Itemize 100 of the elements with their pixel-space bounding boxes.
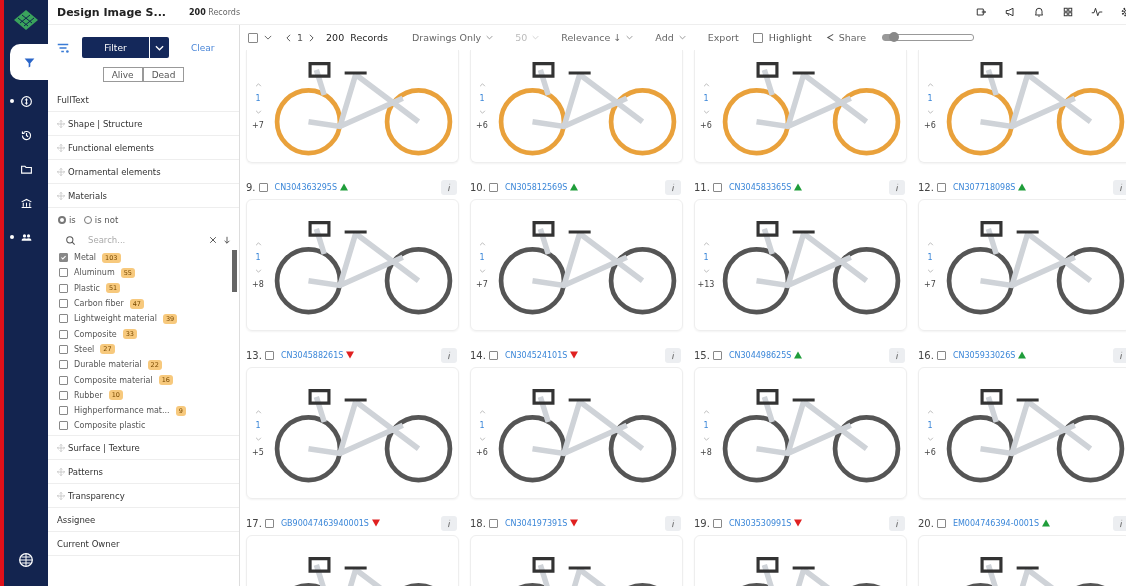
filter-section[interactable]: Materials bbox=[48, 184, 239, 208]
select-checkbox[interactable] bbox=[712, 182, 722, 192]
export-icon[interactable] bbox=[975, 6, 987, 18]
activity-icon[interactable] bbox=[1091, 6, 1103, 18]
select-checkbox[interactable] bbox=[488, 182, 498, 192]
slider-thumb[interactable] bbox=[888, 32, 899, 42]
share-button[interactable]: Share bbox=[817, 32, 875, 43]
add-dropdown[interactable]: Add bbox=[647, 32, 694, 43]
filter-section[interactable]: Shape | Structure bbox=[48, 112, 239, 136]
chevron-down-icon bbox=[532, 35, 540, 40]
checkbox[interactable] bbox=[59, 421, 68, 431]
filter-dropdown-button[interactable] bbox=[149, 37, 169, 58]
info-button[interactable] bbox=[889, 515, 905, 531]
patent-number-link[interactable]: CN303530991S bbox=[728, 518, 792, 528]
filter-section[interactable]: Current Owner bbox=[48, 532, 239, 556]
filter-section[interactable]: FullText bbox=[48, 88, 239, 112]
checkbox[interactable] bbox=[59, 360, 68, 370]
checkbox[interactable] bbox=[59, 375, 68, 385]
trend-up-icon bbox=[1018, 351, 1027, 359]
select-checkbox[interactable] bbox=[936, 518, 946, 528]
info-button[interactable] bbox=[665, 515, 681, 531]
info-button[interactable] bbox=[1113, 179, 1126, 195]
filter-section[interactable]: Functional elements bbox=[48, 136, 239, 160]
filter-section[interactable]: Ornamental elements bbox=[48, 160, 239, 184]
scrollbar-thumb[interactable] bbox=[232, 250, 237, 292]
select-checkbox[interactable] bbox=[258, 182, 268, 192]
info-button[interactable] bbox=[441, 179, 457, 195]
patent-number-link[interactable]: CN304363295S bbox=[274, 182, 337, 192]
select-checkbox[interactable] bbox=[712, 518, 722, 528]
patent-number-link[interactable]: CN305933026S bbox=[952, 350, 1016, 360]
view-dropdown[interactable]: Drawings Only bbox=[404, 32, 502, 43]
sort-down-icon[interactable] bbox=[223, 236, 231, 244]
filter-button[interactable]: Filter bbox=[82, 37, 149, 58]
info-button[interactable] bbox=[889, 347, 905, 363]
checkbox[interactable] bbox=[59, 283, 68, 293]
option-label: Durable material bbox=[74, 360, 142, 370]
filter-section[interactable]: Assignee bbox=[48, 508, 239, 532]
sort-dropdown[interactable]: Relevance ↓ bbox=[553, 32, 642, 43]
select-checkbox[interactable] bbox=[936, 350, 946, 360]
select-checkbox[interactable] bbox=[712, 350, 722, 360]
highlight-label: Highlight bbox=[768, 32, 812, 43]
patent-number-link[interactable]: CN305812569S bbox=[504, 182, 568, 192]
rail-tab[interactable] bbox=[10, 44, 48, 80]
vote-count: 1 bbox=[255, 93, 261, 103]
checkbox[interactable] bbox=[59, 253, 68, 263]
info-button[interactable] bbox=[1113, 515, 1126, 531]
patent-number-link[interactable]: CN304588261S bbox=[280, 350, 344, 360]
filter-section[interactable]: Patterns bbox=[48, 460, 239, 484]
more-count: +6 bbox=[924, 120, 936, 130]
patent-number-link[interactable]: CN304197391S bbox=[504, 518, 568, 528]
info-button[interactable] bbox=[441, 515, 457, 531]
checkbox[interactable] bbox=[59, 314, 68, 324]
next-page-icon[interactable] bbox=[309, 33, 315, 42]
status-toggle[interactable]: Dead bbox=[142, 67, 185, 82]
bell-icon[interactable] bbox=[1033, 6, 1045, 18]
patent-number-link[interactable]: GB90047463940001S bbox=[280, 518, 369, 528]
info-button[interactable] bbox=[665, 347, 681, 363]
patent-number-link[interactable]: CN304524101S bbox=[504, 350, 568, 360]
checkbox[interactable] bbox=[59, 390, 68, 400]
clear-link[interactable]: Clear bbox=[191, 42, 215, 53]
trend-down-icon bbox=[794, 519, 803, 527]
patent-number-link[interactable]: EM004746394-0001S bbox=[952, 518, 1039, 528]
select-checkbox[interactable] bbox=[488, 350, 498, 360]
select-checkbox[interactable] bbox=[264, 350, 274, 360]
highlight-checkbox[interactable] bbox=[752, 32, 763, 43]
close-icon[interactable] bbox=[209, 236, 217, 244]
export-button[interactable]: Export bbox=[699, 32, 747, 43]
status-toggle[interactable]: Alive bbox=[102, 67, 143, 82]
globe-icon[interactable] bbox=[18, 552, 34, 568]
previous-page-icon[interactable] bbox=[286, 33, 291, 42]
patent-number-link[interactable]: CN304498625S bbox=[728, 350, 792, 360]
filter-section[interactable]: Transparency bbox=[48, 484, 239, 508]
filter-section[interactable]: Surface | Texture bbox=[48, 436, 239, 460]
mode-radio[interactable]: is not bbox=[83, 215, 119, 225]
patent-number-link[interactable]: CN307718098S bbox=[952, 182, 1016, 192]
vote-count: 1 bbox=[479, 93, 485, 103]
checkbox[interactable] bbox=[59, 329, 68, 339]
checkbox[interactable] bbox=[59, 344, 68, 354]
checkbox[interactable] bbox=[59, 299, 68, 309]
checkbox[interactable] bbox=[59, 268, 68, 278]
select-checkbox[interactable] bbox=[488, 518, 498, 528]
mode-radio[interactable]: is bbox=[58, 215, 76, 225]
info-button[interactable] bbox=[1113, 347, 1126, 363]
grid-icon[interactable] bbox=[1062, 6, 1074, 18]
checkbox[interactable] bbox=[59, 406, 68, 416]
select-all-checkbox[interactable] bbox=[248, 32, 258, 43]
select-checkbox[interactable] bbox=[264, 518, 274, 528]
page-title: Design Image S... bbox=[57, 5, 168, 19]
select-checkbox[interactable] bbox=[936, 182, 946, 192]
zoom-slider[interactable] bbox=[882, 34, 975, 41]
chevron-down-icon[interactable] bbox=[264, 35, 272, 40]
patent-number-link[interactable]: CN304583365S bbox=[728, 182, 792, 192]
info-button[interactable] bbox=[441, 347, 457, 363]
option-label: Metal bbox=[74, 253, 97, 263]
megaphone-icon[interactable] bbox=[1004, 6, 1016, 18]
more-count: +7 bbox=[924, 279, 936, 289]
vote-count: 1 bbox=[479, 252, 485, 262]
info-button[interactable] bbox=[665, 179, 681, 195]
search-icon bbox=[65, 234, 76, 246]
info-button[interactable] bbox=[889, 179, 905, 195]
